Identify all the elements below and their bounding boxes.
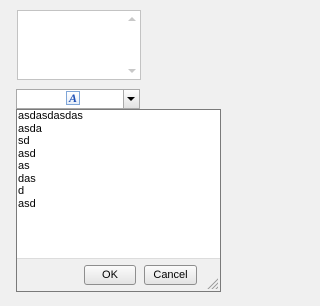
scroll-down-icon[interactable] xyxy=(128,69,136,73)
listbox[interactable] xyxy=(17,10,141,80)
cancel-button[interactable]: Cancel xyxy=(144,265,197,285)
font-combo[interactable]: A xyxy=(16,89,140,109)
list-item[interactable]: asd xyxy=(18,148,220,161)
list-item[interactable]: as xyxy=(18,160,220,173)
list-item[interactable]: asd xyxy=(18,198,220,211)
combo-dropdown-button[interactable] xyxy=(123,90,139,108)
list-item[interactable]: asdasdasdas xyxy=(18,110,220,123)
chevron-down-icon xyxy=(127,97,135,101)
popup-list[interactable]: asdasdasdas asda sd asd as das d asd xyxy=(18,110,220,210)
list-item[interactable]: asda xyxy=(18,123,220,136)
list-item[interactable]: d xyxy=(18,185,220,198)
listbox-scrollbar[interactable] xyxy=(124,11,140,79)
resize-grip-icon[interactable] xyxy=(206,277,218,289)
ok-button[interactable]: OK xyxy=(84,265,136,285)
list-item[interactable]: das xyxy=(18,173,220,186)
dropdown-popup: asdasdasdas asda sd asd as das d asd OK … xyxy=(16,109,221,292)
scroll-up-icon[interactable] xyxy=(128,17,136,21)
popup-footer: OK Cancel xyxy=(17,258,220,291)
list-item[interactable]: sd xyxy=(18,135,220,148)
font-icon: A xyxy=(66,91,80,105)
